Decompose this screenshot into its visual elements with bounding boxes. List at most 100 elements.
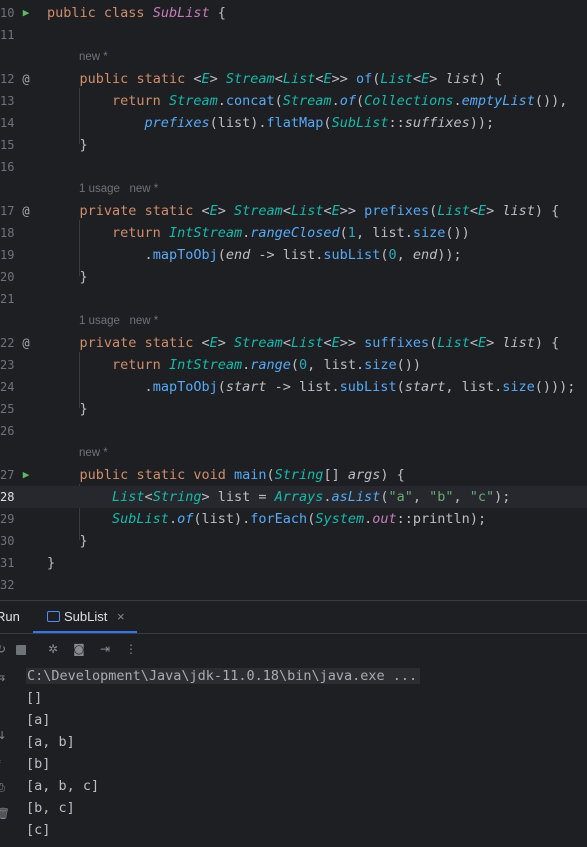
line-number: 20 xyxy=(0,270,15,284)
usage-hint[interactable]: 1 usage new * xyxy=(79,178,158,200)
console-output-line: [b] xyxy=(26,756,51,772)
code-line-28-current[interactable]: 28 List<String> list = Arrays.asList("a"… xyxy=(0,486,587,508)
line-number: 10 xyxy=(0,6,15,20)
run-arrow-icon[interactable]: ▶ xyxy=(20,2,32,24)
code-line-26[interactable]: 26 xyxy=(0,420,587,442)
code-line-14[interactable]: 14 prefixes(list).flatMap(SubList::suffi… xyxy=(0,112,587,134)
code-line-21[interactable]: 21 xyxy=(0,288,587,310)
run-tab-bar: Run SubList × xyxy=(0,601,587,634)
code-line-29[interactable]: 29 SubList.of(list).forEach(System.out::… xyxy=(0,508,587,530)
inlay-hint-line: 1 usage new * xyxy=(0,310,587,332)
console-output-line: [c] xyxy=(26,822,51,838)
tab-label: SubList xyxy=(64,609,108,624)
console-output-line: [a, b] xyxy=(26,734,75,750)
implements-at-icon[interactable]: @ xyxy=(20,332,32,354)
code-text: } xyxy=(79,269,88,285)
run-arrow-icon[interactable]: ▶ xyxy=(20,464,32,486)
line-number: 19 xyxy=(0,248,15,262)
line-number: 17 xyxy=(0,204,15,218)
line-number: 22 xyxy=(0,336,15,350)
exit-icon[interactable]: ⇥ xyxy=(96,637,114,661)
line-number: 27 xyxy=(0,468,15,482)
line-number: 28 xyxy=(0,490,15,504)
code-line-11[interactable]: 11 xyxy=(0,24,587,46)
code-text: public class SubList { xyxy=(47,5,226,21)
usage-hint[interactable]: 1 usage new * xyxy=(79,310,158,332)
line-number: 31 xyxy=(0,556,15,570)
code-text: .mapToObj(start -> list.subList(start, l… xyxy=(144,379,576,395)
console-output-line: [] xyxy=(26,690,43,706)
code-line-23[interactable]: 23 return IntStream.range(0, list.size()… xyxy=(0,354,587,376)
inlay-hint-line: 1 usage new * xyxy=(0,178,587,200)
close-icon[interactable]: × xyxy=(117,601,125,633)
line-number: 13 xyxy=(0,94,15,108)
code-line-17[interactable]: 17 @ private static <E> Stream<List<E>> … xyxy=(0,200,587,222)
code-text: private static <E> Stream<List<E>> prefi… xyxy=(79,203,560,219)
line-number: 21 xyxy=(0,292,15,306)
console-command-line[interactable]: C:\Development\Java\jdk-11.0.18\bin\java… xyxy=(26,665,421,687)
code-text: private static <E> Stream<List<E>> suffi… xyxy=(79,335,560,351)
line-number: 12 xyxy=(0,72,15,86)
debug-icon[interactable]: ✲ xyxy=(44,637,62,661)
code-line-16[interactable]: 16 xyxy=(0,156,587,178)
scroll-end-icon[interactable]: ⤓ xyxy=(0,753,1,767)
code-line-12[interactable]: 12 @ public static <E> Stream<List<E>> o… xyxy=(0,68,587,90)
inlay-hint-line: new * xyxy=(0,442,587,464)
line-number: 25 xyxy=(0,402,15,416)
code-line-30[interactable]: 30 } xyxy=(0,530,587,552)
scroll-to-end-icon[interactable]: ⇊ xyxy=(0,729,5,742)
usage-hint[interactable]: new * xyxy=(79,442,108,464)
code-line-27[interactable]: 27 ▶ public static void main(String[] ar… xyxy=(0,464,587,486)
run-config-icon xyxy=(47,611,60,622)
console-output-line: [b, c] xyxy=(26,800,75,816)
line-number: 24 xyxy=(0,380,15,394)
code-editor[interactable]: 10 ▶ public class SubList { 11 new * 12 … xyxy=(0,0,587,600)
console-output-line: [a] xyxy=(26,712,51,728)
implements-at-icon[interactable]: @ xyxy=(20,68,32,90)
run-tool-window: Run SubList × ↻ ✲ ◙ ⇥ ⋮ ⇆ ⇊ ⤓ ⎙ 🗑 C:\Dev… xyxy=(0,600,587,847)
code-text: return Stream.concat(Stream.of(Collectio… xyxy=(112,93,568,109)
code-line-15[interactable]: 15 } xyxy=(0,134,587,156)
console-output[interactable]: C:\Development\Java\jdk-11.0.18\bin\java… xyxy=(26,665,421,841)
code-line-22[interactable]: 22 @ private static <E> Stream<List<E>> … xyxy=(0,332,587,354)
line-number: 14 xyxy=(0,116,15,130)
code-text: return IntStream.rangeClosed(1, list.siz… xyxy=(112,225,470,241)
code-line-13[interactable]: 13 return Stream.concat(Stream.of(Collec… xyxy=(0,90,587,112)
code-text: prefixes(list).flatMap(SubList::suffixes… xyxy=(144,115,495,131)
code-text: public static <E> Stream<List<E>> of(Lis… xyxy=(79,71,503,87)
stop-icon[interactable] xyxy=(14,637,28,661)
run-toolbar: ↻ ✲ ◙ ⇥ ⋮ xyxy=(0,637,587,661)
line-number: 16 xyxy=(0,160,15,174)
code-text: } xyxy=(79,533,88,549)
code-text: } xyxy=(47,555,56,571)
wrap-icon[interactable]: ⇆ xyxy=(0,671,5,684)
implements-at-icon[interactable]: @ xyxy=(20,200,32,222)
code-line-19[interactable]: 19 .mapToObj(end -> list.subList(0, end)… xyxy=(0,244,587,266)
code-line-32[interactable]: 32 xyxy=(0,574,587,596)
trash-icon[interactable]: 🗑 xyxy=(0,807,10,820)
code-line-25[interactable]: 25 } xyxy=(0,398,587,420)
code-text: } xyxy=(79,401,88,417)
code-text: .mapToObj(end -> list.subList(0, end)); xyxy=(144,247,462,263)
print-icon[interactable]: ⎙ xyxy=(0,781,5,795)
code-line-31[interactable]: 31 } xyxy=(0,552,587,574)
line-number: 15 xyxy=(0,138,15,152)
line-number: 11 xyxy=(0,28,15,42)
usage-hint[interactable]: new * xyxy=(79,46,108,68)
screenshot-icon[interactable]: ◙ xyxy=(70,637,88,661)
code-line-24[interactable]: 24 .mapToObj(start -> list.subList(start… xyxy=(0,376,587,398)
tab-sublist[interactable]: SubList × xyxy=(33,601,137,633)
code-line-10[interactable]: 10 ▶ public class SubList { xyxy=(0,2,587,24)
code-line-18[interactable]: 18 return IntStream.rangeClosed(1, list.… xyxy=(0,222,587,244)
code-text: List<String> list = Arrays.asList("a", "… xyxy=(112,489,511,505)
inlay-hint-line: new * xyxy=(0,46,587,68)
line-number: 30 xyxy=(0,534,15,548)
run-tool-title[interactable]: Run xyxy=(0,601,20,633)
line-number: 23 xyxy=(0,358,15,372)
code-text: SubList.of(list).forEach(System.out::pri… xyxy=(112,511,487,527)
code-text: return IntStream.range(0, list.size()) xyxy=(112,357,421,373)
more-icon[interactable]: ⋮ xyxy=(122,637,140,661)
code-line-20[interactable]: 20 } xyxy=(0,266,587,288)
line-number: 18 xyxy=(0,226,15,240)
rerun-icon[interactable]: ↻ xyxy=(0,637,6,661)
